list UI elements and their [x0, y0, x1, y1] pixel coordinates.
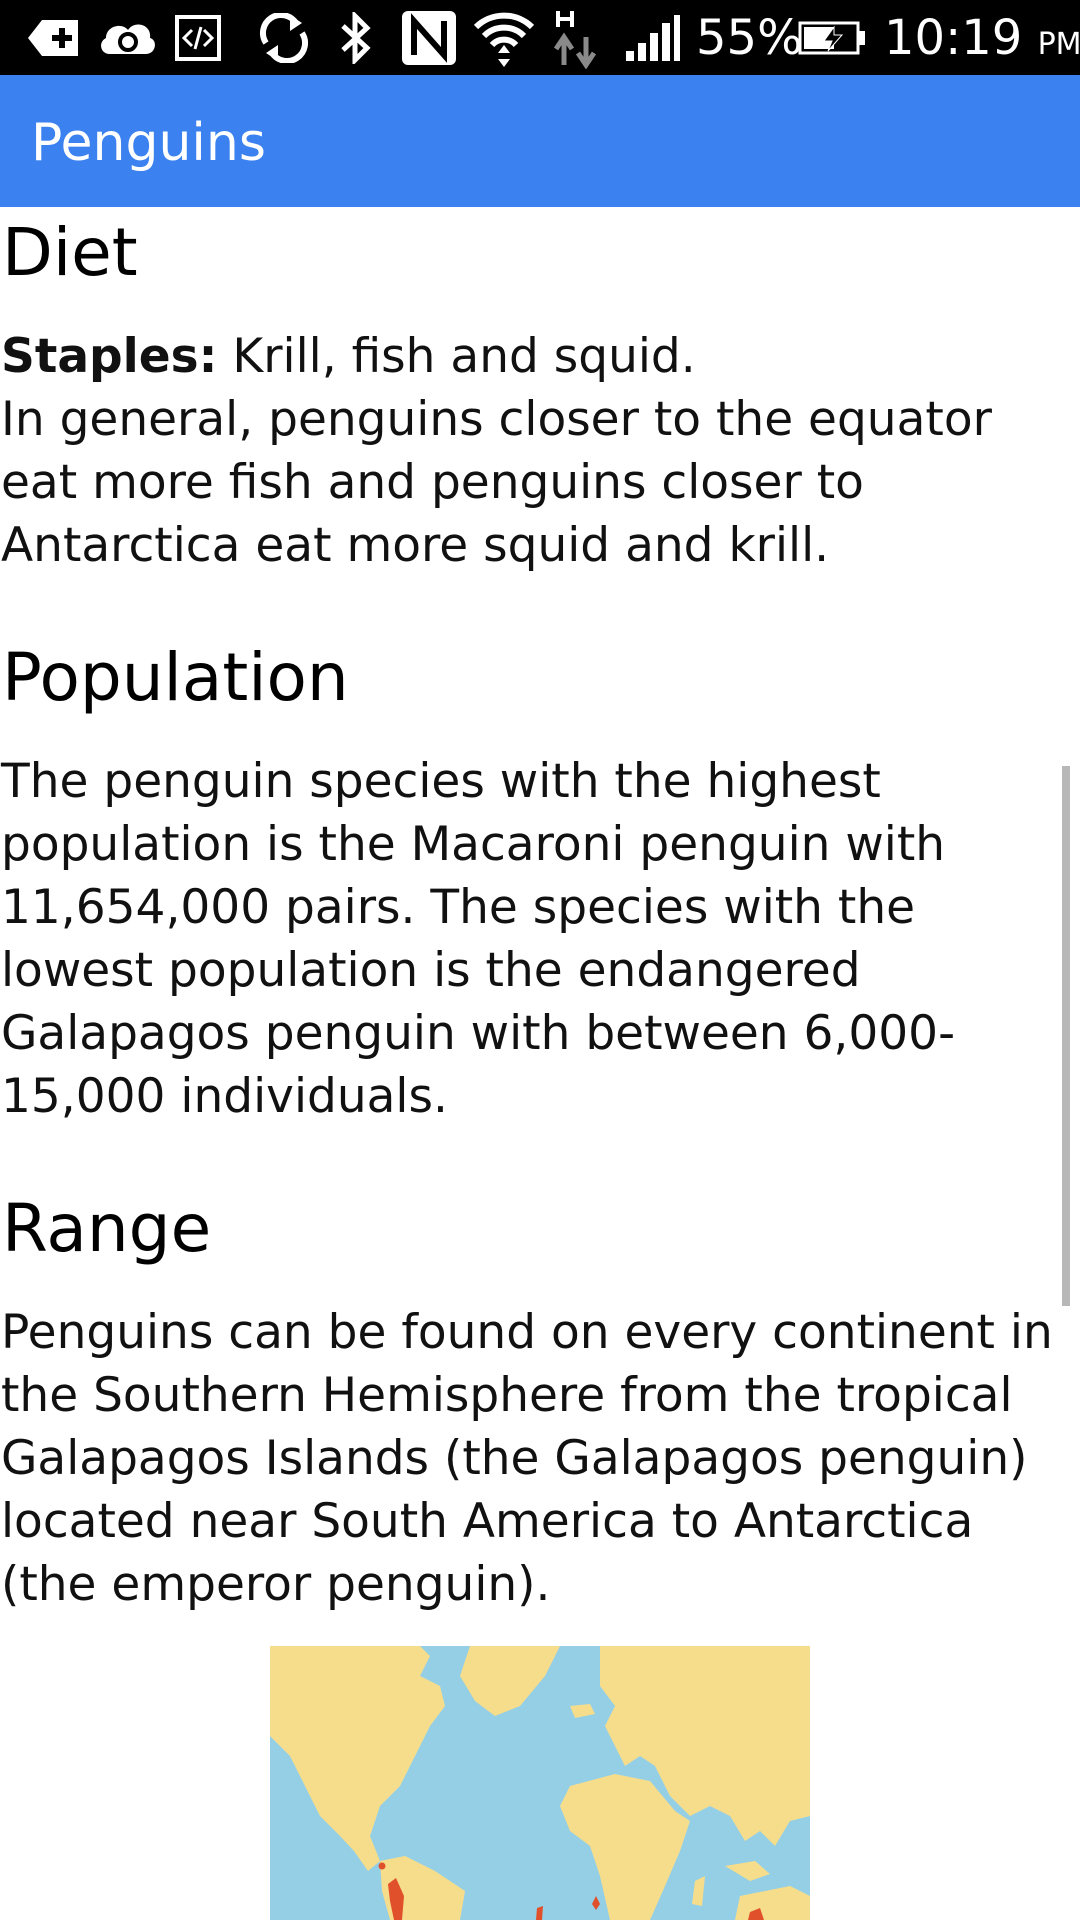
clock-ampm: PM — [1037, 27, 1080, 62]
sync-icon — [256, 10, 312, 66]
population-heading: Population — [2, 639, 349, 716]
clock-time: 10:19 — [884, 10, 1023, 66]
battery-percent: 55% — [696, 10, 803, 66]
app-title: Penguins — [31, 113, 266, 173]
app-bar: Penguins — [0, 75, 1080, 207]
diet-heading: Diet — [2, 214, 138, 291]
developer-code-icon — [174, 10, 222, 66]
staples-label: Staples: — [1, 329, 218, 384]
cloud-sync-icon — [96, 10, 158, 66]
population-paragraph: The penguin species with the highest pop… — [1, 754, 956, 1124]
staples-text: Krill, fish and squid. — [217, 329, 696, 384]
bluetooth-icon — [336, 10, 376, 66]
status-bar: 55% 10:19 PM — [0, 0, 1080, 75]
penguin-range-map — [270, 1646, 810, 1920]
diet-paragraph: In general, penguins closer to the equat… — [1, 392, 992, 573]
add-notification-icon — [26, 10, 80, 66]
wifi-icon — [472, 10, 536, 67]
data-transfer-icon — [554, 10, 602, 69]
signal-icon — [624, 10, 682, 66]
clock: 10:19 PM — [884, 8, 1080, 75]
scrollbar[interactable] — [1062, 766, 1070, 1306]
diet-staples: Staples: Krill, fish and squid. — [1, 325, 1076, 388]
range-paragraph: Penguins can be found on every continent… — [1, 1305, 1053, 1612]
battery-charging-icon — [798, 10, 868, 66]
range-heading: Range — [2, 1190, 212, 1267]
nfc-icon — [400, 10, 458, 66]
